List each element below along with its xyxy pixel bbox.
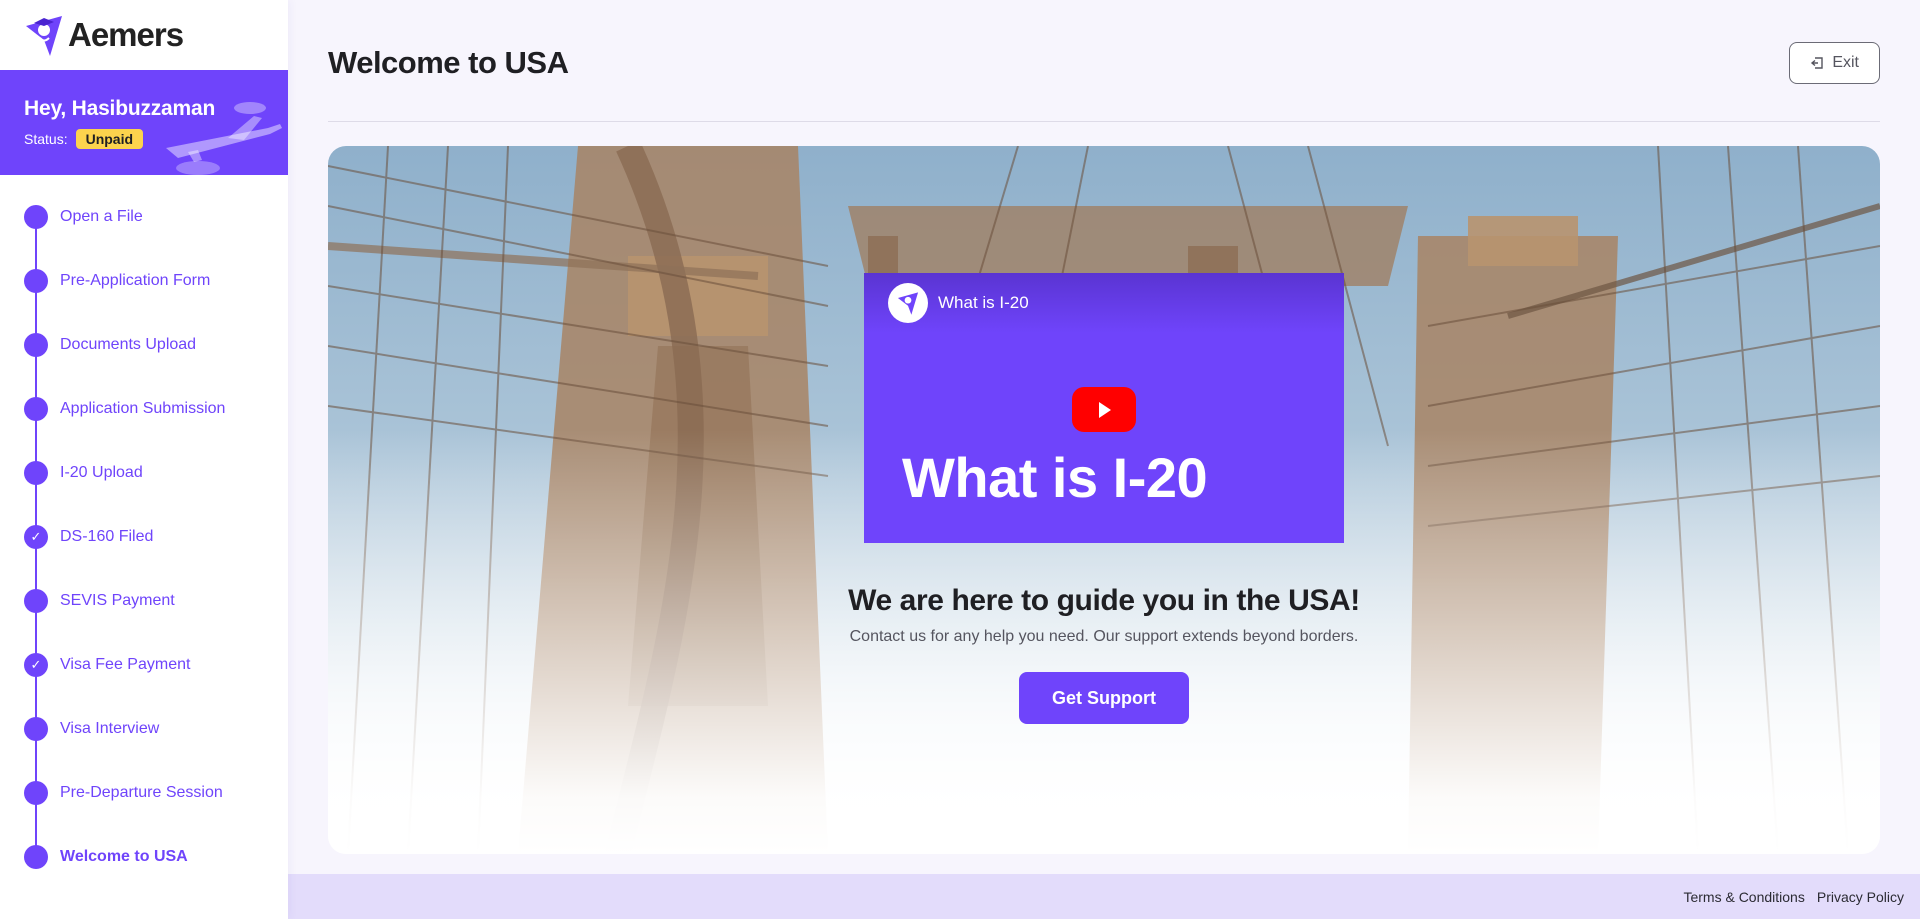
exit-button-label: Exit [1832,53,1859,71]
step-dot-icon [24,781,48,805]
step-label: Welcome to USA [60,848,188,865]
step-item[interactable]: Application Submission [0,377,288,441]
hero-subtext: Contact us for any help you need. Our su… [849,628,1359,645]
logo[interactable]: Aemers [0,0,288,70]
terms-link[interactable]: Terms & Conditions [1683,889,1804,905]
main-content: Welcome to USA Exit What is I-20 What is… [288,0,1920,874]
progress-steps: Open a File Pre-Application Form Documents… [0,175,288,889]
aemers-logo-icon [26,16,62,56]
get-support-button[interactable]: Get Support [1019,672,1189,724]
step-item[interactable]: Documents Upload [0,313,288,377]
step-item[interactable]: Welcome to USA [0,825,288,889]
sidebar: Aemers Hey, Hasibuzzaman Status: Unpaid … [0,0,288,919]
video-channel-title: What is I-20 [938,293,1029,312]
play-button-icon[interactable] [1072,387,1136,432]
exit-icon [1811,56,1824,69]
video-title-bar[interactable]: What is I-20 [864,273,1344,333]
step-item[interactable]: ✓ DS-160 Filed [0,505,288,569]
step-item[interactable]: SEVIS Payment [0,569,288,633]
brand-name: Aemers [68,16,184,53]
footer: Terms & Conditions Privacy Policy [288,874,1920,919]
step-dot-icon [24,269,48,293]
app-root: Aemers Hey, Hasibuzzaman Status: Unpaid … [0,0,1920,919]
step-label: I-20 Upload [60,464,143,481]
step-label: Pre-Application Form [60,272,211,289]
step-dot-icon [24,397,48,421]
step-item[interactable]: ✓ Visa Fee Payment [0,633,288,697]
step-label: Visa Fee Payment [60,656,191,673]
step-item[interactable]: Pre-Departure Session [0,761,288,825]
step-dot-icon [24,845,48,869]
page-header: Welcome to USA Exit [328,0,1880,122]
airplane-clouds-icon [166,102,282,175]
hero-text-block: We are here to guide you in the USA! Con… [328,584,1880,724]
user-greeting-panel: Hey, Hasibuzzaman Status: Unpaid [0,70,288,175]
hero-heading: We are here to guide you in the USA! [848,584,1360,617]
video-thumbnail-title: What is I-20 [902,446,1208,509]
step-check-icon: ✓ [24,525,48,549]
youtube-video-embed[interactable]: What is I-20 What is I-20 [864,273,1344,543]
step-label: DS-160 Filed [60,528,154,545]
step-check-icon: ✓ [24,653,48,677]
step-dot-icon [24,333,48,357]
step-label: Open a File [60,208,143,225]
privacy-link[interactable]: Privacy Policy [1817,889,1904,905]
welcome-hero: What is I-20 What is I-20 We are here to… [328,146,1880,854]
step-label: Pre-Departure Session [60,784,223,801]
step-dot-icon [24,205,48,229]
step-item[interactable]: Visa Interview [0,697,288,761]
main-area: Welcome to USA Exit What is I-20 What is… [288,0,1920,919]
step-dot-icon [24,461,48,485]
page-title: Welcome to USA [328,44,569,80]
step-dot-icon [24,589,48,613]
step-label: SEVIS Payment [60,592,175,609]
step-label: Visa Interview [60,720,160,737]
step-label: Application Submission [60,400,226,417]
step-item[interactable]: Open a File [0,185,288,249]
channel-avatar-icon [888,283,928,323]
step-label: Documents Upload [60,336,197,353]
step-item[interactable]: Pre-Application Form [0,249,288,313]
step-dot-icon [24,717,48,741]
exit-button[interactable]: Exit [1789,41,1880,84]
status-label: Status: [24,131,68,147]
status-badge: Unpaid [75,129,144,149]
step-item[interactable]: I-20 Upload [0,441,288,505]
